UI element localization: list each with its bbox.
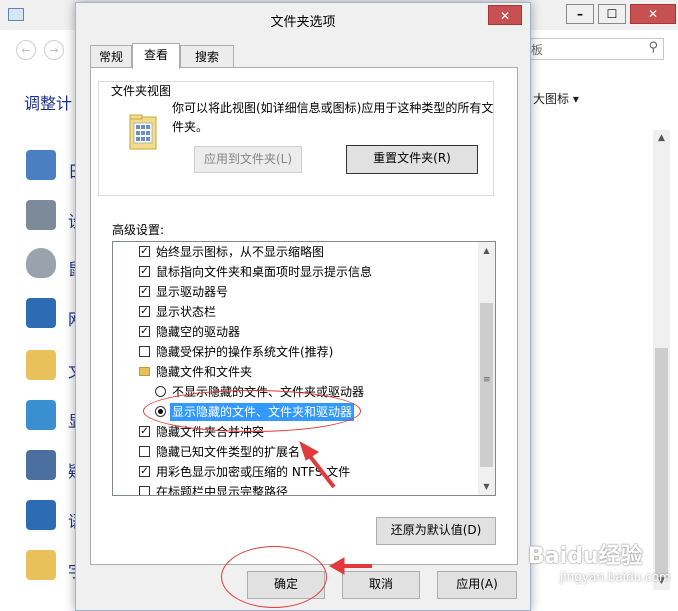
folder-views-group-title: 文件夹视图 xyxy=(108,82,175,99)
mouse-icon xyxy=(26,248,56,278)
checkbox[interactable]: ✓ xyxy=(139,306,150,317)
bg-item-datetime[interactable]: 日 xyxy=(24,150,84,184)
dialog-close-button[interactable]: ✕ xyxy=(488,5,522,25)
bg-item-troubleshoot[interactable]: 疑 xyxy=(24,450,84,484)
minimize-button[interactable]: – xyxy=(566,4,594,24)
advanced-settings-list[interactable]: ✓ 始终显示图标，从不显示缩略图 ✓ 鼠标指向文件夹和桌面项时显示提示信息 ✓ … xyxy=(112,241,496,496)
bg-item-network[interactable]: 网 xyxy=(24,298,84,332)
list-item[interactable]: 在标题栏中显示完整路径 xyxy=(113,482,479,495)
bg-item-fonts[interactable]: 字 xyxy=(24,550,84,584)
scroll-up-icon[interactable]: ▲ xyxy=(653,130,670,147)
watermark: Baidu经验 xyxy=(528,544,643,569)
folder-options-dialog: 文件夹选项 ✕ 常规 查看 搜索 文件夹视图 你可以将此视图(如详细信息或图标)… xyxy=(75,2,531,611)
app-icon xyxy=(8,8,24,21)
folder-icon xyxy=(139,367,150,376)
search-input[interactable]: 板 ⚲ xyxy=(522,38,664,60)
search-text: 板 xyxy=(531,43,544,57)
watermark-url: jingyan.baidu.com xyxy=(560,570,671,584)
scroll-thumb[interactable] xyxy=(655,348,668,578)
highlight-ellipse-show-hidden xyxy=(143,390,361,432)
checkbox[interactable] xyxy=(139,346,150,357)
checkbox[interactable]: ✓ xyxy=(139,466,150,477)
bg-item-display[interactable]: 显 xyxy=(24,400,84,434)
maximize-button[interactable]: ☐ xyxy=(598,4,626,24)
bg-item-devices[interactable]: 设 xyxy=(24,200,84,234)
restore-defaults-button[interactable]: 还原为默认值(D) xyxy=(376,517,496,545)
calendar-icon xyxy=(26,150,56,180)
list-item-group: 隐藏文件和文件夹 xyxy=(113,362,479,382)
tab-general[interactable]: 常规 xyxy=(90,45,132,67)
display-icon xyxy=(26,400,56,430)
folder-view-icon xyxy=(129,114,157,150)
tab-search[interactable]: 搜索 xyxy=(180,45,234,67)
cancel-button[interactable]: 取消 xyxy=(342,571,420,599)
search-icon: ⚲ xyxy=(648,40,658,55)
dialog-title: 文件夹选项 xyxy=(270,15,336,30)
list-item[interactable]: ✓ 显示状态栏 xyxy=(113,302,479,322)
dialog-titlebar: 文件夹选项 ✕ xyxy=(76,3,530,35)
checkbox[interactable]: ✓ xyxy=(139,266,150,277)
bg-item-folder[interactable]: 文 xyxy=(24,350,84,384)
scroll-thumb[interactable] xyxy=(480,303,493,467)
reset-folders-button[interactable]: 重置文件夹(R) xyxy=(346,145,478,174)
folder-icon xyxy=(26,350,56,380)
apply-to-folders-button[interactable]: 应用到文件夹(L) xyxy=(194,146,302,173)
folder-views-description: 你可以将此视图(如详细信息或图标)应用于这种类型的所有文件夹。 xyxy=(172,101,494,134)
back-arrow-icon[interactable]: ← xyxy=(16,40,36,60)
view-by-dropdown[interactable]: 大图标 ▾ xyxy=(533,90,579,107)
language-icon xyxy=(26,500,56,530)
font-icon xyxy=(26,550,56,580)
page-heading: 调整计 xyxy=(24,94,73,113)
troubleshoot-icon xyxy=(26,450,56,480)
checkbox[interactable]: ✓ xyxy=(139,426,150,437)
list-item[interactable]: ✓ 隐藏空的驱动器 xyxy=(113,322,479,342)
network-icon xyxy=(26,298,56,328)
highlight-ellipse-ok xyxy=(221,546,327,608)
forward-arrow-icon[interactable]: → xyxy=(44,40,64,60)
close-window-button[interactable]: ✕ xyxy=(630,4,676,24)
list-item[interactable]: ✓ 始终显示图标，从不显示缩略图 xyxy=(113,242,479,262)
radio-button[interactable] xyxy=(155,386,166,397)
checkbox[interactable]: ✓ xyxy=(139,246,150,257)
scroll-down-icon[interactable]: ▼ xyxy=(478,478,495,495)
checkbox[interactable] xyxy=(139,446,150,457)
scroll-up-icon[interactable]: ▲ xyxy=(478,242,495,259)
printer-icon xyxy=(26,200,56,230)
list-item[interactable]: ✓ 鼠标指向文件夹和桌面项时显示提示信息 xyxy=(113,262,479,282)
bg-item-mouse[interactable]: 鼠 xyxy=(24,248,84,282)
checkbox[interactable] xyxy=(139,486,150,495)
tab-view[interactable]: 查看 xyxy=(132,43,180,69)
list-item[interactable]: ✓ 显示驱动器号 xyxy=(113,282,479,302)
list-item[interactable]: 隐藏已知文件类型的扩展名 xyxy=(113,442,479,462)
checkbox[interactable]: ✓ xyxy=(139,286,150,297)
advanced-list-scrollbar[interactable]: ▲ ▼ xyxy=(478,242,495,495)
list-item[interactable]: 隐藏受保护的操作系统文件(推荐) xyxy=(113,342,479,362)
control-panel-scrollbar[interactable]: ▲ ▼ xyxy=(653,130,670,590)
advanced-settings-label: 高级设置: xyxy=(112,223,165,237)
checkbox[interactable]: ✓ xyxy=(139,326,150,337)
list-item[interactable]: ✓ 用彩色显示加密或压缩的 NTFS 文件 xyxy=(113,462,479,482)
apply-button[interactable]: 应用(A) xyxy=(437,571,517,599)
bg-item-language[interactable]: 语 xyxy=(24,500,84,534)
